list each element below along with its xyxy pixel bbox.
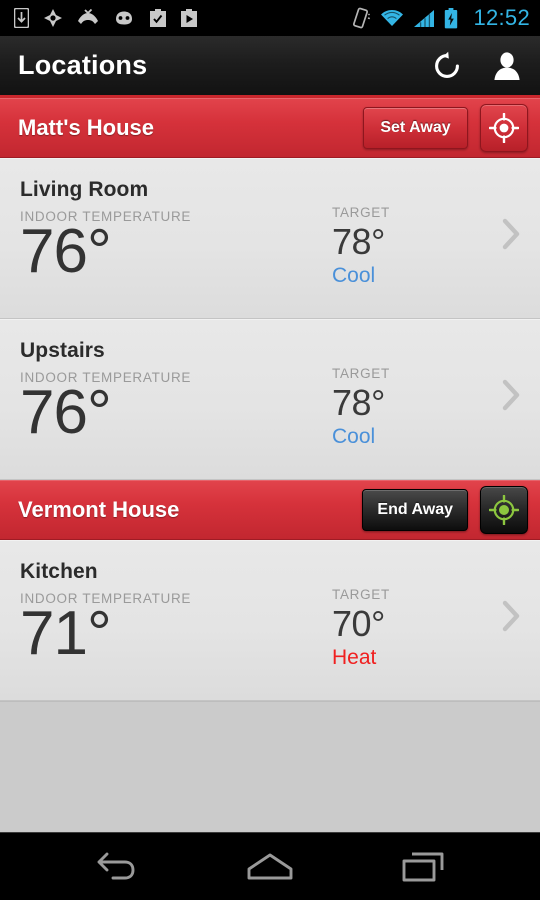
geofence-target-button[interactable] bbox=[480, 485, 528, 534]
gps-location-icon bbox=[44, 9, 62, 27]
thermostat-row-kitchen[interactable]: Kitchen INDOOR TEMPERATURE 71° TARGET 70… bbox=[0, 540, 540, 701]
android-status-bar: 12:52 bbox=[0, 0, 540, 36]
thermostat-target-info: TARGET 78° Cool bbox=[332, 319, 482, 449]
mode-status: Cool bbox=[332, 264, 376, 288]
cellular-signal-icon bbox=[414, 9, 435, 27]
nav-recents-button[interactable] bbox=[378, 833, 468, 900]
battery-charging-icon bbox=[445, 7, 458, 28]
thermostat-primary-info: Upstairs INDOOR TEMPERATURE 76° bbox=[0, 319, 332, 444]
thermostat-detail-affordance[interactable] bbox=[482, 319, 540, 479]
indoor-temperature-value: 76° bbox=[20, 378, 112, 447]
download-icon bbox=[14, 8, 29, 28]
android-navigation-bar bbox=[0, 832, 540, 900]
thermostat-target-info: TARGET 78° Cool bbox=[332, 158, 482, 288]
nav-back-button[interactable] bbox=[72, 833, 162, 900]
chevron-right-icon bbox=[502, 218, 520, 250]
location-header-matts-house: Matt's House Set Away bbox=[0, 98, 540, 158]
thermostat-row-living-room[interactable]: Living Room INDOOR TEMPERATURE 76° TARGE… bbox=[0, 158, 540, 319]
home-icon bbox=[247, 853, 293, 879]
thermostat-row-upstairs[interactable]: Upstairs INDOOR TEMPERATURE 76° TARGET 7… bbox=[0, 319, 540, 480]
indoor-temperature-value: 71° bbox=[20, 599, 112, 668]
chevron-right-icon bbox=[502, 379, 520, 411]
action-bar-buttons bbox=[432, 51, 522, 81]
crosshair-target-icon bbox=[489, 112, 519, 143]
chevron-right-icon bbox=[502, 600, 520, 632]
location-name: Matt's House bbox=[18, 114, 155, 140]
target-label: TARGET bbox=[332, 205, 390, 220]
mode-status: Cool bbox=[332, 425, 376, 449]
geofence-target-button[interactable] bbox=[480, 103, 528, 152]
status-bar-system-icons: 12:52 bbox=[351, 5, 530, 31]
missed-call-icon bbox=[78, 9, 98, 24]
thermostat-primary-info: Living Room INDOOR TEMPERATURE 76° bbox=[0, 158, 332, 283]
thermostat-detail-affordance[interactable] bbox=[482, 158, 540, 318]
back-icon bbox=[97, 852, 135, 879]
target-label: TARGET bbox=[332, 366, 390, 381]
status-bar-notification-icons bbox=[14, 8, 351, 28]
recents-icon bbox=[402, 852, 444, 881]
target-temperature-value: 78° bbox=[332, 382, 385, 423]
status-bar-clock: 12:52 bbox=[473, 5, 530, 30]
thermostat-detail-affordance[interactable] bbox=[482, 540, 540, 700]
clipboard-check-icon bbox=[150, 9, 166, 27]
person-account-icon[interactable] bbox=[492, 51, 522, 81]
target-temperature-value: 70° bbox=[332, 603, 385, 644]
target-temperature-value: 78° bbox=[332, 221, 385, 262]
app-action-bar: Locations bbox=[0, 36, 540, 98]
app-root: 12:52 Locations Matt's House Set Away Li… bbox=[0, 0, 540, 900]
crosshair-target-icon bbox=[489, 494, 519, 525]
vibrate-icon bbox=[353, 7, 371, 29]
page-title: Locations bbox=[18, 50, 148, 80]
nav-home-button[interactable] bbox=[225, 833, 315, 900]
room-name: Kitchen bbox=[20, 560, 98, 583]
indoor-temperature-value: 76° bbox=[20, 217, 112, 286]
empty-list-area bbox=[0, 701, 540, 832]
android-head-icon bbox=[116, 11, 132, 25]
end-away-button[interactable]: End Away bbox=[362, 488, 468, 531]
thermostat-target-info: TARGET 70° Heat bbox=[332, 540, 482, 670]
refresh-icon[interactable] bbox=[432, 51, 462, 81]
mode-status: Heat bbox=[332, 646, 377, 670]
clipboard-play-icon bbox=[181, 9, 197, 27]
room-name: Living Room bbox=[20, 178, 149, 201]
room-name: Upstairs bbox=[20, 339, 105, 362]
thermostat-primary-info: Kitchen INDOOR TEMPERATURE 71° bbox=[0, 540, 332, 665]
target-label: TARGET bbox=[332, 587, 390, 602]
set-away-button[interactable]: Set Away bbox=[363, 106, 468, 149]
location-header-vermont-house: Vermont House End Away bbox=[0, 480, 540, 540]
wifi-icon bbox=[381, 9, 404, 26]
location-name: Vermont House bbox=[18, 496, 180, 522]
